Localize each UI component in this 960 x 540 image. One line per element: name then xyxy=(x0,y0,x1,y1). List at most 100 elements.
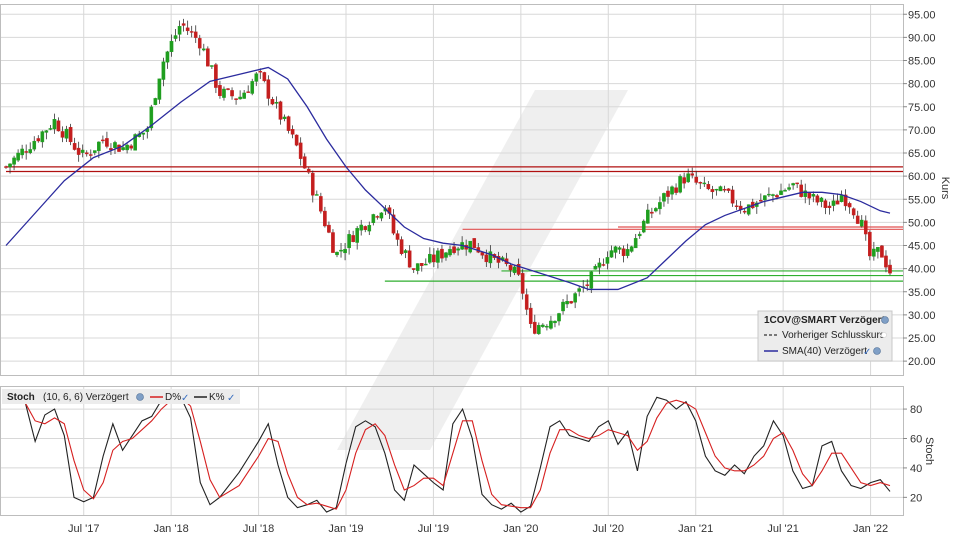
candle-body xyxy=(573,293,577,303)
candle-body xyxy=(617,247,622,250)
candle-body xyxy=(710,189,715,193)
candle-body xyxy=(105,138,109,147)
y-tick-label: 90.00 xyxy=(908,32,936,44)
x-tick-label: Jul '18 xyxy=(243,523,274,535)
candle-body xyxy=(20,148,24,156)
candle-body xyxy=(294,134,299,146)
x-tick-label: Jul '21 xyxy=(767,523,798,535)
candle-body xyxy=(371,214,376,224)
candle-body xyxy=(246,91,250,93)
candle-body xyxy=(432,254,436,263)
candle-body xyxy=(214,64,218,88)
candle-body xyxy=(698,182,703,184)
candle-body xyxy=(72,143,77,150)
candle-body xyxy=(210,65,214,67)
candle-body xyxy=(783,190,787,192)
candle-body xyxy=(520,273,525,294)
candle-body xyxy=(411,268,416,270)
stoch-panel: 80 60 40 20 Stoch xyxy=(0,386,935,516)
candle-body xyxy=(569,301,573,304)
candle-body xyxy=(553,320,557,324)
candle-body xyxy=(84,152,89,155)
candle-body xyxy=(121,147,125,150)
candle-body xyxy=(662,193,666,202)
candle-body xyxy=(355,228,359,243)
candle-body xyxy=(290,129,295,135)
stoch-legend[interactable]: Stoch (10, 6, 6) Verzögert D% ✓ K% ✓ xyxy=(2,389,240,404)
candle-body xyxy=(835,200,840,205)
globe-icon[interactable] xyxy=(873,347,881,355)
candle-body xyxy=(125,144,129,151)
candle-body xyxy=(839,195,844,203)
candle-body xyxy=(807,192,812,199)
candle-body xyxy=(742,210,747,213)
y-tick-label: 60 xyxy=(910,433,922,445)
candle-body xyxy=(343,249,347,254)
x-tick-label: Jan '22 xyxy=(853,523,888,535)
candle-body xyxy=(250,81,255,94)
candle-body xyxy=(771,194,775,196)
candle-body xyxy=(641,220,646,233)
candle-body xyxy=(436,250,440,263)
candle-body xyxy=(815,195,820,203)
candle-body xyxy=(423,263,428,266)
checkmark-icon[interactable]: ✓ xyxy=(227,393,235,404)
candle-body xyxy=(76,147,81,155)
globe-icon[interactable] xyxy=(136,393,144,401)
candle-body xyxy=(880,245,884,258)
candle-body xyxy=(206,48,210,67)
candle-body xyxy=(654,208,658,212)
x-tick-label: Jul '17 xyxy=(68,523,99,535)
candle-body xyxy=(302,156,307,169)
candle-body xyxy=(686,173,690,183)
visibility-dot-icon[interactable] xyxy=(881,332,887,338)
candle-body xyxy=(40,131,45,143)
candle-body xyxy=(68,127,73,143)
candle-body xyxy=(827,205,832,208)
candle-body xyxy=(799,184,803,197)
candle-body xyxy=(819,197,824,202)
candle-body xyxy=(706,184,711,190)
candle-body xyxy=(36,138,41,142)
candle-body xyxy=(759,200,763,202)
stoch-legend-d: D% xyxy=(165,392,181,403)
checkmark-icon[interactable]: ✓ xyxy=(863,347,871,358)
y-tick-label: 25.00 xyxy=(908,333,936,345)
candle-body xyxy=(734,205,739,207)
globe-icon[interactable] xyxy=(881,316,889,324)
candle-body xyxy=(4,166,8,168)
stoch-legend-k: K% xyxy=(209,392,225,403)
candle-body xyxy=(44,130,49,133)
stoch-y-axis: 80 60 40 20 xyxy=(903,404,922,504)
candle-body xyxy=(714,188,719,191)
candle-body xyxy=(230,90,234,97)
y-tick-label: 45.00 xyxy=(908,241,936,253)
stoch-y-axis-title: Stoch xyxy=(923,437,935,465)
candle-body xyxy=(787,187,791,190)
candle-body xyxy=(468,240,473,253)
candle-body xyxy=(859,219,864,227)
candle-body xyxy=(56,120,61,132)
candle-body xyxy=(472,238,477,249)
main-legend[interactable]: 1COV@SMART Verzögert Vorheriger Schlussk… xyxy=(757,310,893,362)
candle-body xyxy=(791,183,795,186)
y-tick-label: 95.00 xyxy=(908,9,936,21)
candle-body xyxy=(444,252,448,258)
candle-body xyxy=(625,249,630,256)
candle-body xyxy=(315,194,319,196)
candle-body xyxy=(165,51,170,63)
candle-body xyxy=(508,265,513,271)
candle-body xyxy=(561,301,565,312)
candle-body xyxy=(722,188,727,191)
candle-body xyxy=(242,92,246,99)
y-tick-label: 40.00 xyxy=(908,264,936,276)
checkmark-icon[interactable]: ✓ xyxy=(181,393,189,404)
candle-body xyxy=(448,249,452,256)
candle-body xyxy=(24,151,28,153)
candle-body xyxy=(629,246,634,252)
candle-body xyxy=(97,141,101,152)
candle-body xyxy=(403,250,408,253)
candle-body xyxy=(855,215,860,224)
candle-body xyxy=(234,98,238,100)
y-tick-label: 80 xyxy=(910,404,922,416)
